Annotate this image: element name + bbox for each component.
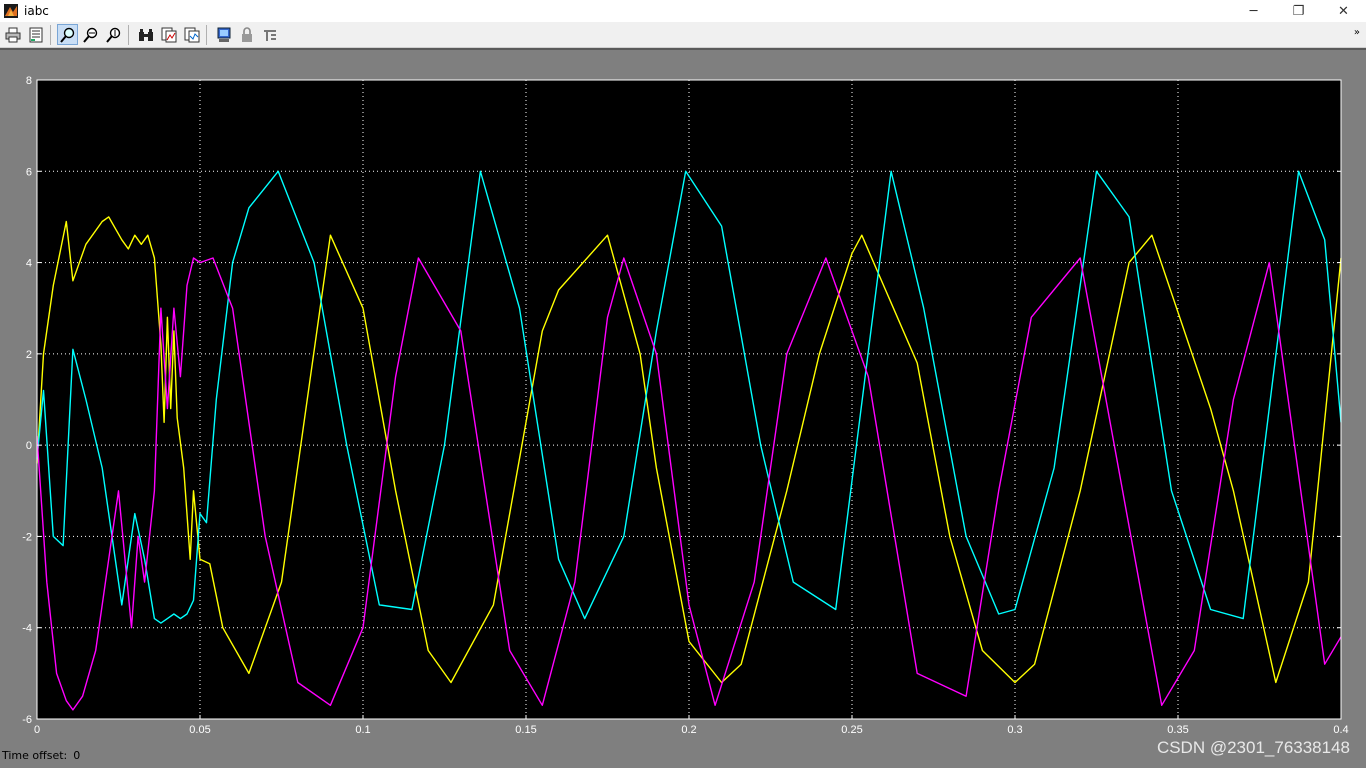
minimize-button[interactable]: ─ <box>1231 0 1276 22</box>
zoom-icon <box>59 27 74 43</box>
toolbar-overflow-icon[interactable]: » <box>1354 27 1360 38</box>
y-tick-label: -2 <box>22 531 32 543</box>
close-button[interactable]: ✕ <box>1321 0 1366 22</box>
lock-axes-icon <box>241 26 252 42</box>
parameters-button[interactable] <box>25 24 46 45</box>
y-tick-label: 6 <box>26 166 32 178</box>
x-tick-label: 0.3 <box>1007 724 1022 736</box>
y-tick-label: 0 <box>26 440 32 452</box>
time-offset-label: Time offset: <box>2 749 68 762</box>
y-tick-label: 2 <box>26 349 32 361</box>
y-tick-label: 8 <box>26 75 32 87</box>
save-axes-icon <box>161 27 176 42</box>
time-offset-readout: Time offset: 0 <box>2 749 80 762</box>
scope-plot[interactable]: 0 0.05 0.1 0.15 0.2 0.25 0.3 0.35 0.4 -6 -4 -2 0 2 4 6 8 <box>0 50 1366 740</box>
restore-button[interactable]: ❐ <box>1276 0 1321 22</box>
print-icon <box>5 27 20 42</box>
toolbar-separator <box>50 24 51 45</box>
zoom-x-button[interactable] <box>80 24 101 45</box>
x-tick-label: 0.05 <box>189 724 210 736</box>
parameters-icon <box>29 27 42 42</box>
print-button[interactable] <box>2 24 23 45</box>
zoom-y-icon <box>105 27 120 43</box>
x-tick-label: 0 <box>34 724 40 736</box>
watermark: CSDN @2301_76338148 <box>1156 738 1350 757</box>
window-titlebar: iabc ─ ❐ ✕ <box>0 0 1366 22</box>
zoom-button[interactable] <box>57 24 78 45</box>
y-tick-label: -4 <box>22 623 32 635</box>
x-tick-label: 0.35 <box>1167 724 1188 736</box>
minimize-icon: ─ <box>1249 3 1258 19</box>
floating-scope-button[interactable] <box>213 24 234 45</box>
window-controls: ─ ❐ ✕ <box>1231 0 1366 22</box>
restore-icon: ❐ <box>1292 3 1305 19</box>
zoom-y-button[interactable] <box>103 24 124 45</box>
signal-selection-icon <box>263 29 276 41</box>
save-axes-button[interactable] <box>158 24 179 45</box>
toolbar-separator <box>128 24 129 45</box>
autoscale-button[interactable] <box>135 24 156 45</box>
x-tick-label: 0.15 <box>515 724 536 736</box>
x-tick-label: 0.1 <box>355 724 370 736</box>
matlab-app-icon <box>4 4 18 18</box>
autoscale-binoculars-icon <box>138 28 153 41</box>
signal-selection-button[interactable] <box>259 24 280 45</box>
y-tick-label: 4 <box>26 258 32 270</box>
toolbar-separator <box>206 24 207 45</box>
lock-axes-button[interactable] <box>236 24 257 45</box>
time-offset-value: 0 <box>73 749 81 762</box>
x-tick-label: 0.4 <box>1333 724 1348 736</box>
restore-axes-button[interactable] <box>181 24 202 45</box>
restore-axes-icon <box>184 27 199 42</box>
floating-scope-icon <box>217 27 230 42</box>
x-tick-label: 0.2 <box>681 724 696 736</box>
scope-toolbar: » <box>0 22 1366 48</box>
window-title: iabc <box>24 4 49 18</box>
close-icon: ✕ <box>1338 3 1349 19</box>
zoom-x-icon <box>82 27 97 43</box>
y-tick-label: -6 <box>22 714 32 726</box>
x-tick-label: 0.25 <box>841 724 862 736</box>
